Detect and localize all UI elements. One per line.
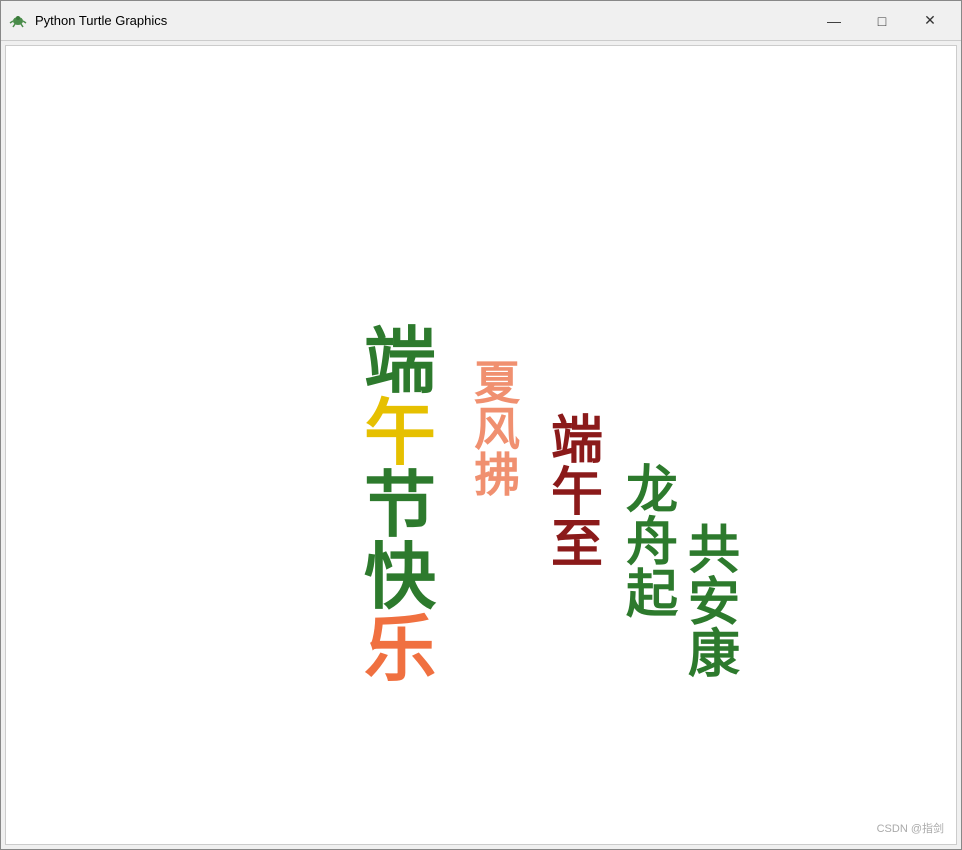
char-duan-2: 端 (551, 416, 603, 468)
char-qi-1: 起 (626, 570, 678, 622)
char-long-1: 龙 (626, 466, 678, 518)
char-zhi-1: 至 (551, 520, 603, 572)
text-group-gongankang: 共 安 康 (688, 526, 740, 682)
char-wu-2: 午 (551, 468, 603, 520)
text-group-longzhouqi: 龙 舟 起 (626, 466, 678, 622)
watermark: CSDN @指剑 (877, 820, 944, 836)
char-pian-1: 拂 (474, 453, 520, 499)
window-controls: — □ ✕ (811, 5, 953, 37)
text-group-duanwujiekuaile: 端 午 节 快 乐 (364, 326, 436, 686)
char-le-1: 乐 (364, 614, 436, 686)
text-group-xiafengfu: 夏 风 拂 (474, 361, 520, 499)
char-kuai-1: 快 (364, 542, 436, 614)
text-group-duanwuzhi: 端 午 至 (551, 416, 603, 572)
char-gong-1: 共 (688, 526, 740, 578)
minimize-button[interactable]: — (811, 5, 857, 37)
window-title: Python Turtle Graphics (35, 13, 811, 28)
app-window: Python Turtle Graphics — □ ✕ 端 午 节 快 乐 夏… (0, 0, 962, 850)
turtle-icon (9, 12, 27, 30)
char-kang-1: 康 (688, 630, 740, 682)
char-jie-1: 节 (364, 470, 436, 542)
char-xia-1: 夏 (474, 361, 520, 407)
char-duan-1: 端 (364, 326, 436, 398)
char-zhou-1: 舟 (626, 518, 678, 570)
maximize-button[interactable]: □ (859, 5, 905, 37)
char-an-1: 安 (688, 578, 740, 630)
char-feng-1: 风 (474, 407, 520, 453)
close-button[interactable]: ✕ (907, 5, 953, 37)
title-bar: Python Turtle Graphics — □ ✕ (1, 1, 961, 41)
canvas-area: 端 午 节 快 乐 夏 风 拂 端 午 至 龙 舟 起 共 安 康 (5, 45, 957, 845)
char-wu-1: 午 (364, 398, 436, 470)
